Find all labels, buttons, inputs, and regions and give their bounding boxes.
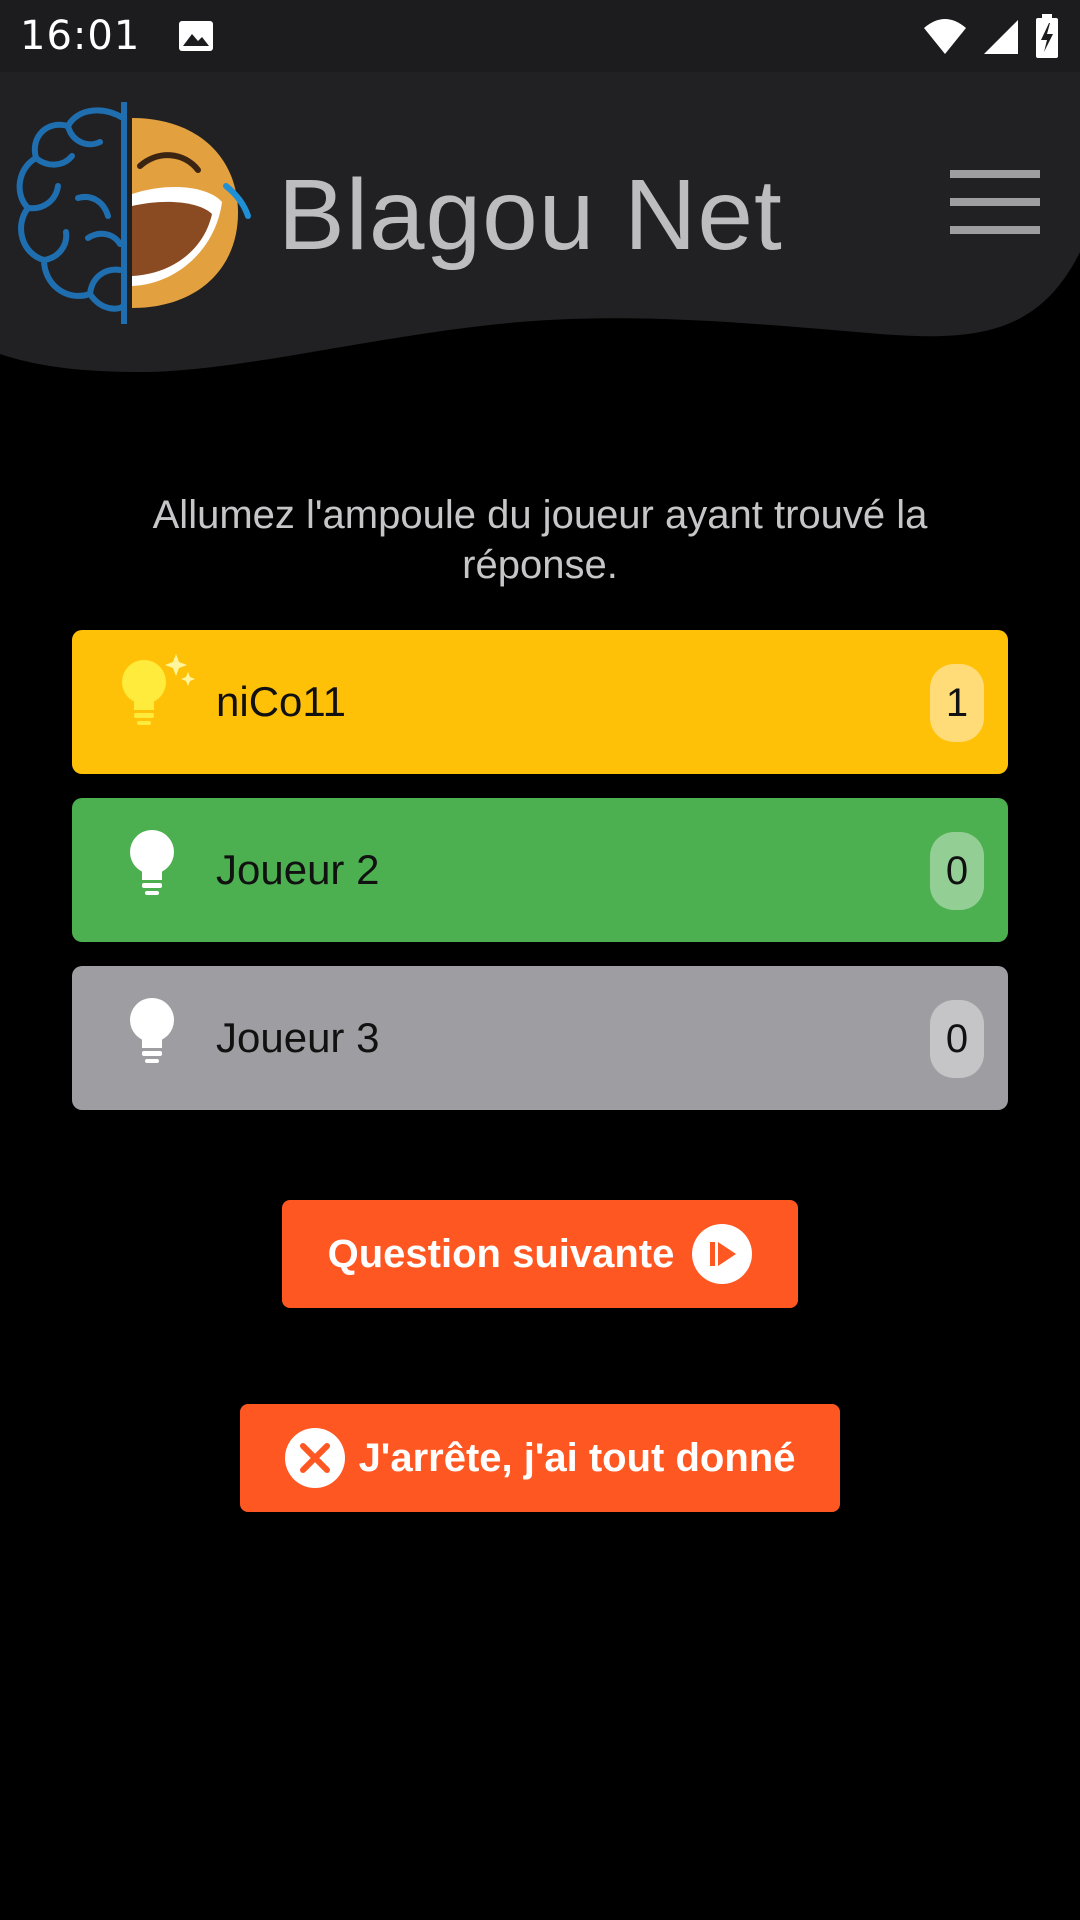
give-up-label: J'arrête, j'ai tout donné xyxy=(358,1435,796,1480)
player-name: niCo11 xyxy=(216,678,346,725)
player-row-1[interactable]: niCo11 1 xyxy=(72,630,1008,774)
next-question-label: Question suivante xyxy=(327,1231,675,1276)
player-score-badge: 0 xyxy=(930,832,984,910)
player-row-3[interactable]: Joueur 3 0 xyxy=(72,966,1008,1110)
hamburger-menu-icon[interactable] xyxy=(948,166,1044,238)
player-name: Joueur 3 xyxy=(216,1014,380,1061)
status-icons xyxy=(922,14,1060,58)
player-row-2[interactable]: Joueur 2 0 xyxy=(72,798,1008,942)
bulb-icon xyxy=(130,830,174,895)
wifi-icon xyxy=(924,19,966,54)
give-up-button[interactable]: J'arrête, j'ai tout donné xyxy=(240,1404,840,1512)
player-score-badge: 0 xyxy=(930,1000,984,1078)
brain-laughing-face-logo xyxy=(16,102,251,324)
player-name: Joueur 2 xyxy=(216,846,380,893)
status-bar: 16:01 xyxy=(0,0,1080,72)
status-time: 16:01 xyxy=(20,13,141,59)
signal-icon xyxy=(984,20,1018,54)
app-header: Blagou Net xyxy=(0,72,1080,382)
close-icon xyxy=(284,1428,345,1488)
next-question-button[interactable]: Question suivante xyxy=(282,1200,798,1308)
play-next-icon xyxy=(692,1224,753,1284)
battery-charging-icon xyxy=(1036,14,1058,58)
player-score-badge: 1 xyxy=(930,664,984,742)
image-icon xyxy=(179,21,214,51)
instruction-text: Allumez l'ampoule du joueur ayant trouvé… xyxy=(152,493,928,587)
lit-bulb-icon xyxy=(122,654,195,725)
app-title: Blagou Net xyxy=(278,159,783,271)
bulb-icon xyxy=(130,998,174,1063)
